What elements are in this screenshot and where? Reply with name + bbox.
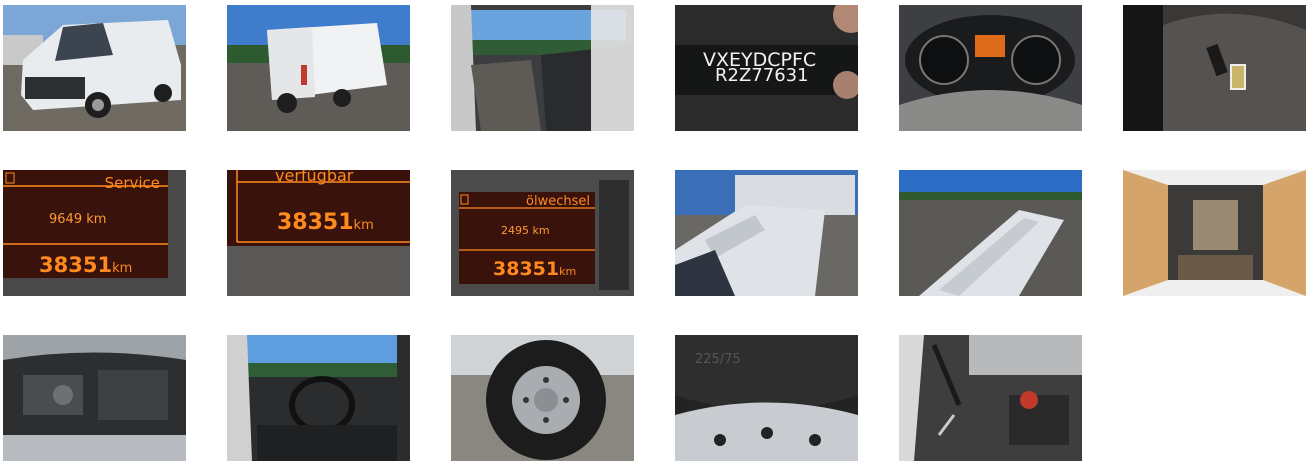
- odometer-value: 38351km: [39, 253, 133, 277]
- oilchange-label: ölwechsel: [526, 194, 590, 209]
- spare-tools-image: [899, 335, 1082, 461]
- photo-thumbnail-spare-tools[interactable]: [899, 335, 1082, 461]
- roof-front-image: [675, 170, 858, 296]
- photo-thumbnail-wheel[interactable]: [451, 335, 634, 461]
- photo-thumbnail-roof-front[interactable]: [675, 170, 858, 296]
- key-on-seat-image: [1123, 5, 1306, 131]
- engine-bay-image: [3, 335, 186, 461]
- oilchange-km-value: 2495 km: [501, 224, 550, 237]
- photo-thumbnail-service-display[interactable]: Service 9649 km 38351km: [3, 170, 186, 296]
- photo-thumbnail-vin-plate[interactable]: VXEYDCPFC R2Z77631: [675, 5, 858, 131]
- photo-thumbnail-front-exterior[interactable]: [3, 5, 186, 131]
- service-km-value: 9649 km: [49, 212, 107, 227]
- photo-thumbnail-roof-rear[interactable]: [899, 170, 1082, 296]
- photo-thumbnail-key-on-seat[interactable]: [1123, 5, 1306, 131]
- photo-thumbnail-engine-bay[interactable]: [3, 335, 186, 461]
- odometer-value: 38351km: [277, 210, 374, 235]
- van-rear-image: [227, 5, 410, 131]
- photo-thumbnail-rear-exterior[interactable]: [227, 5, 410, 131]
- tire-size-text: 225/75: [695, 352, 741, 367]
- tire-sidewall-image: 225/75: [675, 335, 858, 461]
- vin-line-2: R2Z77631: [715, 65, 809, 86]
- odometer-value: 38351km: [493, 258, 577, 280]
- photo-thumbnail-tire-sidewall[interactable]: 225/75: [675, 335, 858, 461]
- photo-thumbnail-cab-interior[interactable]: [451, 5, 634, 131]
- available-label: verfügbar: [275, 170, 354, 185]
- roof-rear-image: [899, 170, 1082, 296]
- service-label: Service: [104, 174, 160, 192]
- cab-interior-image: [451, 5, 634, 131]
- steering-interior-image: [227, 335, 410, 461]
- instrument-cluster-image: [899, 5, 1082, 131]
- photo-thumbnail-available-display[interactable]: verfügbar 38351km: [227, 170, 410, 296]
- photo-thumbnail-steering-interior[interactable]: [227, 335, 410, 461]
- photo-thumbnail-instrument-cluster[interactable]: [899, 5, 1082, 131]
- photo-thumbnail-oilchange-display[interactable]: ölwechsel 2495 km 38351km: [451, 170, 634, 296]
- van-front-image: [3, 5, 186, 131]
- cargo-area-image: [1123, 170, 1306, 296]
- steel-wheel-image: [451, 335, 634, 461]
- photo-thumbnail-cargo-area[interactable]: [1123, 170, 1306, 296]
- photo-gallery-grid: VXEYDCPFC R2Z77631 Service 9649 km 38351…: [0, 0, 1306, 466]
